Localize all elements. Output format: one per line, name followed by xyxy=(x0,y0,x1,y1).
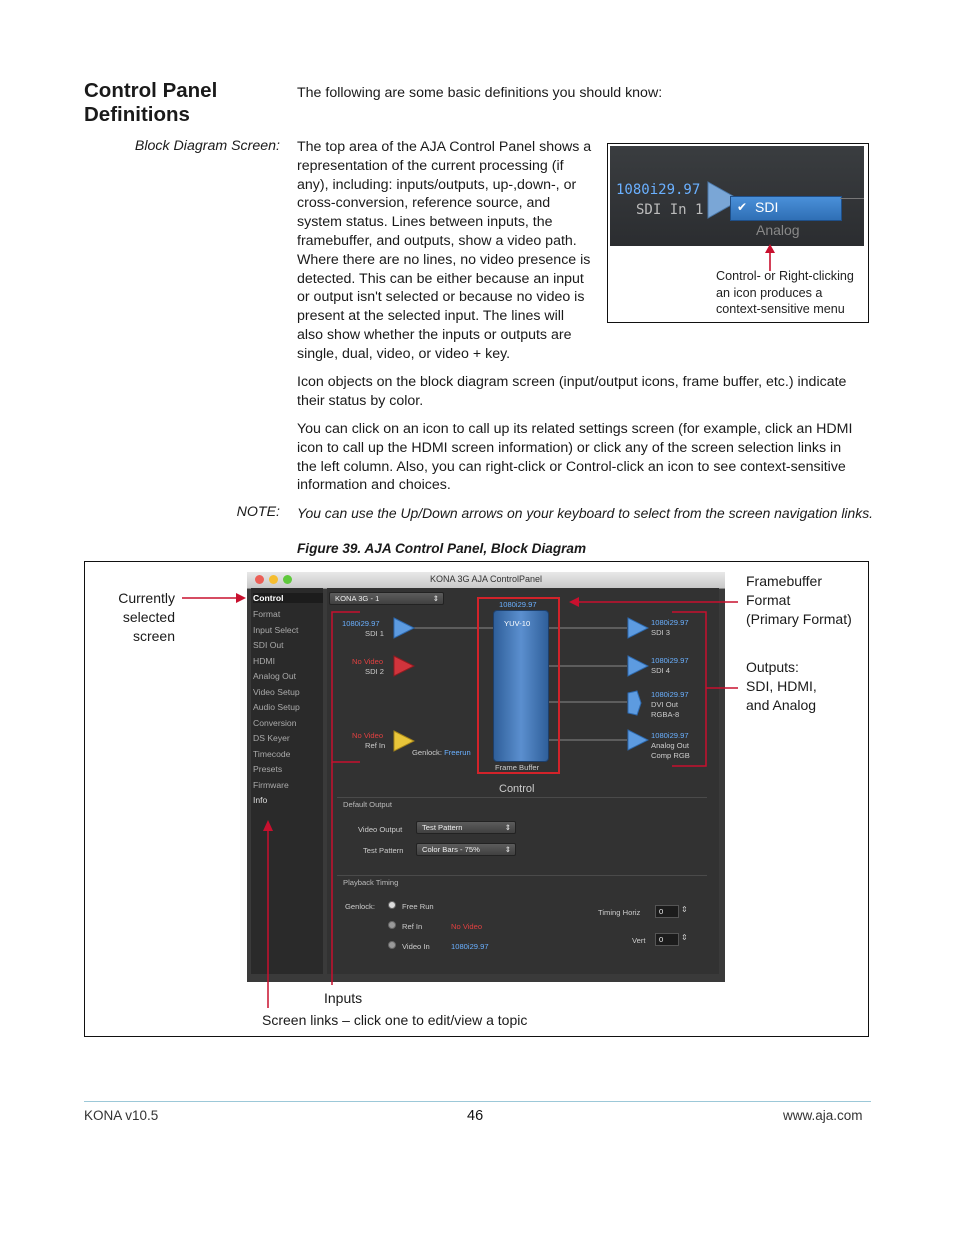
page-number: 46 xyxy=(467,1108,484,1124)
footer-product: KONA v10.5 xyxy=(84,1108,159,1123)
footer-url[interactable]: www.aja.com xyxy=(783,1108,863,1123)
annotation-overlay xyxy=(182,593,738,1008)
footer-rule xyxy=(84,1101,871,1102)
